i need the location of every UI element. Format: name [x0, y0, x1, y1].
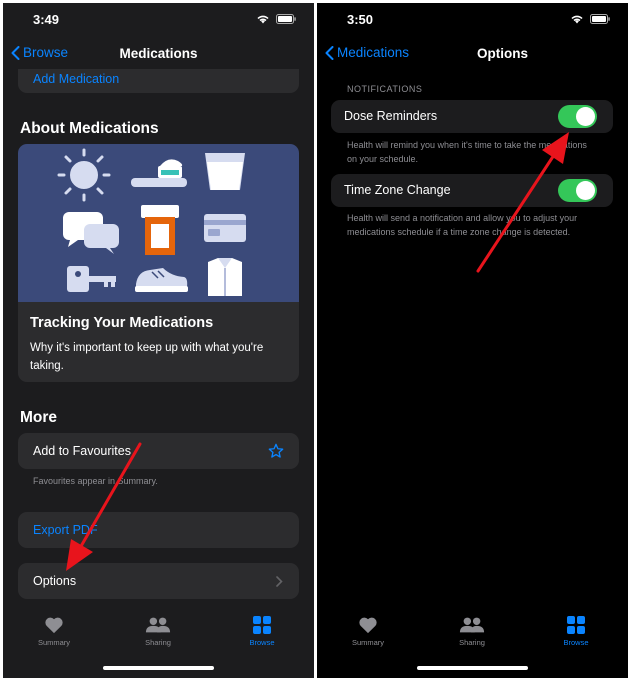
sneaker-icon: [135, 268, 188, 292]
key-icon: [67, 266, 116, 292]
options-label: Options: [33, 574, 77, 588]
export-pdf-link[interactable]: Export PDF: [33, 523, 98, 537]
time-zone-change-row: Time Zone Change: [331, 174, 613, 207]
tab-browse-label: Browse: [249, 638, 275, 647]
page-title: Medications: [119, 46, 198, 61]
add-to-favourites-row[interactable]: Add to Favourites: [18, 433, 299, 469]
dose-reminders-description: Health will remind you when it's time to…: [347, 140, 587, 164]
tab-sharing[interactable]: Sharing: [437, 616, 507, 647]
export-pdf-row[interactable]: Export PDF: [18, 512, 299, 548]
shirt-icon: [208, 258, 242, 296]
star-icon[interactable]: [268, 443, 284, 459]
navigation-bar: Browse Medications: [3, 41, 314, 69]
dose-reminders-row: Dose Reminders: [331, 100, 613, 133]
home-indicator[interactable]: [417, 666, 528, 670]
pill-bottle-icon: [141, 205, 179, 255]
chat-bubbles-icon: [63, 212, 119, 254]
status-time: 3:50: [347, 12, 374, 27]
time-zone-change-description: Health will send a notification and allo…: [347, 213, 578, 237]
add-to-favourites-label: Add to Favourites: [33, 444, 131, 458]
tab-bar: Summary Sharing Browse: [3, 608, 314, 678]
dose-reminders-toggle[interactable]: [558, 105, 597, 128]
page-title: Options: [477, 46, 528, 61]
tab-sharing-label: Sharing: [145, 638, 171, 647]
people-icon: [459, 617, 485, 633]
grid-icon: [253, 616, 271, 634]
tab-browse-label: Browse: [563, 638, 589, 647]
status-time: 3:49: [33, 12, 60, 27]
people-icon: [145, 617, 171, 633]
tracking-article-card[interactable]: Tracking Your Medications Why it's impor…: [18, 302, 299, 382]
options-screen: 3:50 Medications Options NOTIFICATIONS D…: [317, 3, 628, 678]
wifi-icon: [571, 15, 583, 24]
about-section-title: About Medications: [20, 120, 159, 137]
status-bar: 3:50: [317, 3, 628, 41]
battery-icon: [590, 14, 610, 24]
medications-illustration[interactable]: [18, 144, 299, 302]
toothbrush-icon: [131, 159, 187, 187]
status-icons: [570, 14, 610, 24]
grid-icon: [567, 616, 585, 634]
status-icons: [256, 14, 296, 24]
chevron-left-icon: [325, 45, 334, 60]
home-indicator[interactable]: [103, 666, 214, 670]
status-bar: 3:49: [3, 3, 314, 41]
add-medication-link[interactable]: Add Medication: [33, 72, 119, 86]
toggle-knob: [576, 107, 595, 126]
dose-reminders-label: Dose Reminders: [344, 109, 438, 123]
tab-sharing-label: Sharing: [459, 638, 485, 647]
heart-icon: [359, 617, 377, 634]
tab-summary-label: Summary: [37, 638, 71, 647]
time-zone-change-toggle[interactable]: [558, 179, 597, 202]
credit-card-icon: [204, 214, 246, 242]
tab-sharing[interactable]: Sharing: [123, 616, 193, 647]
favourites-note: Favourites appear in Summary.: [33, 476, 158, 486]
tab-summary-label: Summary: [351, 638, 385, 647]
wifi-icon: [257, 15, 269, 24]
tab-summary[interactable]: Summary: [333, 616, 403, 647]
navigation-bar: Medications Options: [317, 41, 628, 69]
tab-summary[interactable]: Summary: [19, 616, 89, 647]
toggle-knob: [576, 181, 595, 200]
notifications-section-header: NOTIFICATIONS: [347, 84, 423, 94]
tab-browse[interactable]: Browse: [227, 616, 297, 647]
chevron-right-icon: [276, 576, 283, 587]
tab-browse[interactable]: Browse: [541, 616, 611, 647]
tab-bar: Summary Sharing Browse: [317, 608, 628, 678]
time-zone-change-label: Time Zone Change: [344, 183, 451, 197]
more-section-title: More: [20, 409, 58, 426]
options-row[interactable]: Options: [18, 563, 299, 599]
battery-icon: [276, 14, 296, 24]
heart-icon: [45, 617, 63, 634]
medications-screen: 3:49 Browse Medications Add Medication A…: [3, 3, 314, 678]
add-medication-row[interactable]: Add Medication: [18, 69, 299, 93]
article-description: Why it's important to keep up with what …: [30, 342, 264, 372]
article-title: Tracking Your Medications: [30, 315, 214, 331]
water-glass-icon: [205, 153, 245, 190]
sun-icon: [57, 148, 111, 202]
